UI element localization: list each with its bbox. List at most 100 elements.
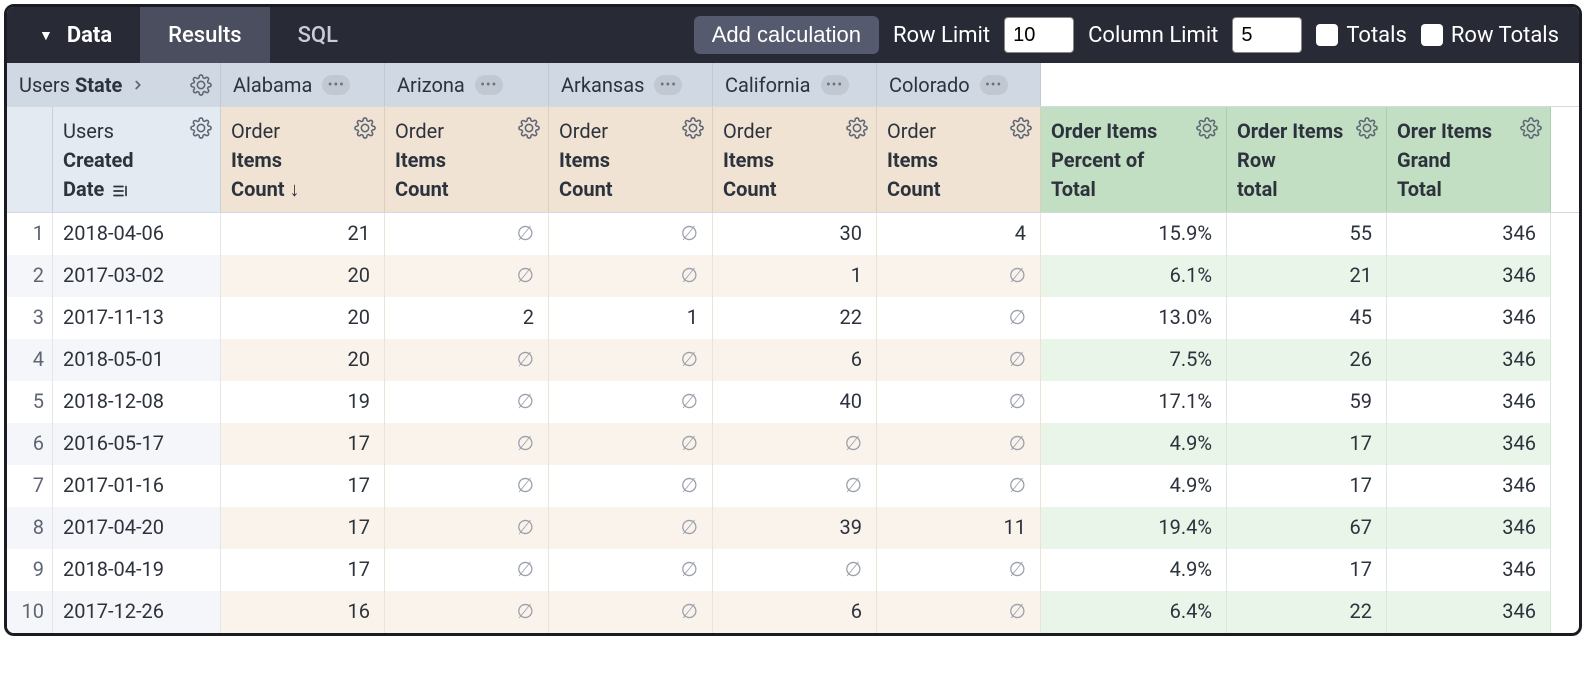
gear-icon[interactable] [1520,117,1542,139]
measure-cell[interactable]: 17 [221,549,385,591]
tab-results[interactable]: Results [140,7,269,63]
calc-cell-rowtotal[interactable]: 67 [1227,507,1387,549]
calc-cell-grandtotal[interactable]: 346 [1387,507,1551,549]
gear-icon[interactable] [190,74,212,96]
measure-cell[interactable]: ∅ [385,549,549,591]
measure-cell[interactable]: 20 [221,255,385,297]
calc-cell-pct[interactable]: 17.1% [1041,381,1227,423]
ellipsis-icon[interactable]: ••• [654,75,682,95]
measure-cell[interactable]: ∅ [385,213,549,255]
measure-header-arizona[interactable]: OrderItemsCount [385,107,549,212]
pivot-column-colorado[interactable]: Colorado••• [877,63,1041,106]
pivot-dimension-header[interactable]: Users State [7,63,221,106]
row-totals-toggle[interactable]: Row Totals [1421,23,1559,48]
measure-cell[interactable]: ∅ [385,339,549,381]
pivot-column-arizona[interactable]: Arizona••• [385,63,549,106]
measure-cell[interactable]: ∅ [877,381,1041,423]
gear-icon[interactable] [846,117,868,139]
gear-icon[interactable] [1010,117,1032,139]
measure-cell[interactable]: 4 [877,213,1041,255]
measure-cell[interactable]: ∅ [549,507,713,549]
measure-cell[interactable]: 2 [385,297,549,339]
measure-cell[interactable]: ∅ [877,339,1041,381]
totals-checkbox[interactable] [1316,24,1338,46]
calc-cell-pct[interactable]: 6.4% [1041,591,1227,633]
calc-header-row-total[interactable]: Order Items Row total [1227,107,1387,212]
gear-icon[interactable] [1196,117,1218,139]
calc-cell-rowtotal[interactable]: 17 [1227,549,1387,591]
row-totals-checkbox[interactable] [1421,24,1443,46]
measure-cell[interactable]: ∅ [713,549,877,591]
measure-cell[interactable]: 22 [713,297,877,339]
row-dimension-header[interactable]: Users Created Date [53,107,221,212]
calc-cell-grandtotal[interactable]: 346 [1387,423,1551,465]
ellipsis-icon[interactable]: ••• [980,75,1008,95]
calc-cell-pct[interactable]: 13.0% [1041,297,1227,339]
measure-cell[interactable]: ∅ [549,465,713,507]
gear-icon[interactable] [1356,117,1378,139]
pivot-column-arkansas[interactable]: Arkansas••• [549,63,713,106]
calc-cell-pct[interactable]: 6.1% [1041,255,1227,297]
calc-cell-pct[interactable]: 7.5% [1041,339,1227,381]
gear-icon[interactable] [682,117,704,139]
gear-icon[interactable] [354,117,376,139]
calc-cell-pct[interactable]: 19.4% [1041,507,1227,549]
gear-icon[interactable] [518,117,540,139]
measure-cell[interactable]: 6 [713,339,877,381]
measure-cell[interactable]: ∅ [385,423,549,465]
calc-cell-pct[interactable]: 4.9% [1041,549,1227,591]
measure-cell[interactable]: ∅ [877,591,1041,633]
measure-header-alabama[interactable]: OrderItemsCount [221,107,385,212]
measure-cell[interactable]: 21 [221,213,385,255]
measure-cell[interactable]: ∅ [713,423,877,465]
calc-cell-grandtotal[interactable]: 346 [1387,549,1551,591]
measure-cell[interactable]: 17 [221,423,385,465]
measure-cell[interactable]: 17 [221,507,385,549]
measure-cell[interactable]: ∅ [549,339,713,381]
date-cell[interactable]: 2017-03-02 [53,255,221,297]
calc-cell-rowtotal[interactable]: 17 [1227,423,1387,465]
add-calculation-button[interactable]: Add calculation [694,16,879,54]
calc-cell-grandtotal[interactable]: 346 [1387,591,1551,633]
measure-cell[interactable]: ∅ [713,465,877,507]
measure-cell[interactable]: ∅ [877,549,1041,591]
measure-cell[interactable]: ∅ [549,381,713,423]
pivot-column-california[interactable]: California••• [713,63,877,106]
ellipsis-icon[interactable]: ••• [475,75,503,95]
measure-cell[interactable]: 1 [713,255,877,297]
measure-header-arkansas[interactable]: OrderItemsCount [549,107,713,212]
measure-cell[interactable]: ∅ [385,507,549,549]
ellipsis-icon[interactable]: ••• [322,75,350,95]
pivot-column-alabama[interactable]: Alabama••• [221,63,385,106]
calc-cell-grandtotal[interactable]: 346 [1387,381,1551,423]
calc-cell-grandtotal[interactable]: 346 [1387,213,1551,255]
date-cell[interactable]: 2016-05-17 [53,423,221,465]
row-limit-input[interactable] [1004,17,1074,53]
measure-cell[interactable]: ∅ [549,255,713,297]
measure-cell[interactable]: 39 [713,507,877,549]
measure-header-colorado[interactable]: OrderItemsCount [877,107,1041,212]
measure-cell[interactable]: ∅ [385,255,549,297]
measure-cell[interactable]: 17 [221,465,385,507]
tab-sql[interactable]: SQL [270,7,366,63]
measure-cell[interactable]: ∅ [549,423,713,465]
calc-cell-rowtotal[interactable]: 17 [1227,465,1387,507]
measure-cell[interactable]: ∅ [877,297,1041,339]
measure-cell[interactable]: 20 [221,297,385,339]
measure-cell[interactable]: 16 [221,591,385,633]
measure-cell[interactable]: 30 [713,213,877,255]
measure-cell[interactable]: ∅ [549,591,713,633]
calc-cell-grandtotal[interactable]: 346 [1387,297,1551,339]
measure-cell[interactable]: ∅ [877,255,1041,297]
date-cell[interactable]: 2017-11-13 [53,297,221,339]
gear-icon[interactable] [190,117,212,139]
column-limit-input[interactable] [1232,17,1302,53]
date-cell[interactable]: 2018-04-06 [53,213,221,255]
measure-header-california[interactable]: OrderItemsCount [713,107,877,212]
calc-cell-grandtotal[interactable]: 346 [1387,339,1551,381]
calc-cell-rowtotal[interactable]: 22 [1227,591,1387,633]
measure-cell[interactable]: 19 [221,381,385,423]
measure-cell[interactable]: 6 [713,591,877,633]
date-cell[interactable]: 2017-12-26 [53,591,221,633]
tab-data[interactable]: ▼ Data [7,7,140,63]
